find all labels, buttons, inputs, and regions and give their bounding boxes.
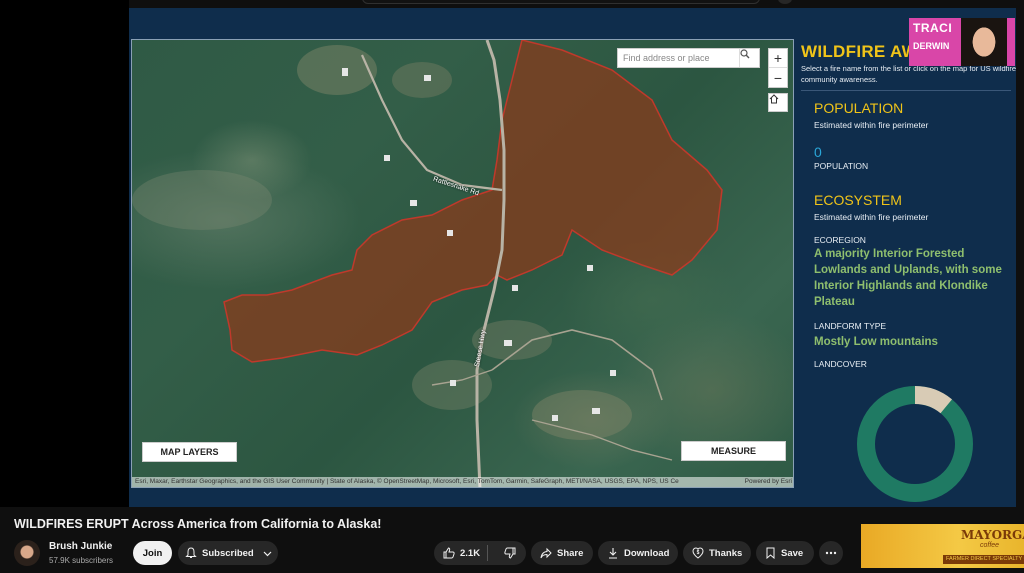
share-button[interactable]: Share bbox=[531, 541, 593, 565]
zoom-control: + − bbox=[768, 48, 788, 88]
population-label: POPULATION bbox=[814, 161, 869, 171]
map-canvas bbox=[132, 40, 723, 487]
map-layers-button[interactable]: MAP LAYERS bbox=[142, 442, 237, 462]
host-overlay: TRACI DERWIN bbox=[909, 18, 1015, 66]
like-count: 2.1K bbox=[460, 547, 481, 559]
masthead bbox=[0, 0, 1024, 8]
subscribed-label: Subscribed bbox=[202, 547, 254, 559]
share-icon bbox=[540, 547, 552, 559]
population-value: 0 bbox=[814, 144, 822, 160]
map-search-placeholder: Find address or place bbox=[623, 53, 710, 63]
save-button[interactable]: Save bbox=[756, 541, 814, 565]
voice-search-icon[interactable] bbox=[778, 0, 792, 4]
population-sub: Estimated within fire perimeter bbox=[814, 120, 929, 130]
overlay-name-2: DERWIN bbox=[913, 41, 950, 51]
join-button[interactable]: Join bbox=[133, 541, 172, 565]
landform-label: LANDFORM TYPE bbox=[814, 321, 887, 331]
svg-text:$: $ bbox=[697, 550, 700, 556]
video-title: WILDFIRES ERUPT Across America from Cali… bbox=[14, 517, 382, 531]
map-attribution: Esri, Maxar, Earthstar Geographics, and … bbox=[132, 477, 793, 487]
thumbs-down-icon bbox=[503, 547, 516, 559]
subscriber-count: 57.9K subscribers bbox=[49, 556, 114, 565]
thumbs-up-icon bbox=[443, 547, 455, 559]
search-icon[interactable] bbox=[739, 49, 759, 67]
save-label: Save bbox=[781, 547, 804, 559]
channel-name[interactable]: Brush Junkie bbox=[49, 541, 112, 552]
sponsored-ad-banner[interactable]: MAYORGA coffee FARMER DIRECT SPECIALTY G… bbox=[861, 524, 1024, 568]
donut-track bbox=[857, 386, 973, 502]
powered-by: Powered by Esri bbox=[744, 478, 792, 485]
bookmark-icon bbox=[765, 547, 776, 559]
map-search-input[interactable]: Find address or place bbox=[617, 48, 760, 68]
ecoregion-value: A majority Interior Forested Lowlands an… bbox=[814, 248, 1002, 308]
measure-button[interactable]: MEASURE bbox=[681, 441, 786, 461]
download-label: Download bbox=[624, 547, 670, 559]
wildfire-map[interactable]: Rattlesnake Rd Steese Hwy Find address o… bbox=[131, 39, 794, 488]
video-player[interactable]: Rattlesnake Rd Steese Hwy Find address o… bbox=[129, 8, 1016, 507]
player-letterbox bbox=[0, 0, 129, 507]
landcover-donut-chart bbox=[857, 386, 973, 502]
share-label: Share bbox=[557, 547, 584, 559]
panel-subtitle: Select a fire name from the list or clic… bbox=[801, 64, 1016, 84]
info-panel: WILDFIRE AWARE - ESR Select a fire name … bbox=[797, 39, 1016, 502]
ad-tagline: FARMER DIRECT SPECIALTY GRADE bbox=[943, 555, 1024, 564]
download-button[interactable]: Download bbox=[598, 541, 678, 565]
population-heading: POPULATION bbox=[814, 100, 904, 116]
subscribed-button[interactable]: Subscribed bbox=[178, 541, 278, 565]
landform-value: Mostly Low mountains bbox=[814, 336, 938, 348]
divider bbox=[801, 90, 1011, 91]
like-dislike-group: 2.1K bbox=[434, 541, 526, 565]
home-icon[interactable] bbox=[768, 93, 788, 112]
bell-icon bbox=[185, 547, 197, 559]
thanks-icon: $ bbox=[692, 547, 704, 559]
attribution-text: Esri, Maxar, Earthstar Geographics, and … bbox=[135, 478, 679, 485]
thanks-button[interactable]: $ Thanks bbox=[683, 541, 751, 565]
landcover-label: LANDCOVER bbox=[814, 359, 867, 369]
dislike-button[interactable] bbox=[493, 547, 526, 559]
ad-sub: coffee bbox=[980, 542, 1000, 549]
ecoregion-label: ECOREGION bbox=[814, 235, 866, 245]
host-photo bbox=[961, 18, 1007, 66]
like-button[interactable]: 2.1K bbox=[434, 545, 489, 561]
ecosystem-sub: Estimated within fire perimeter bbox=[814, 212, 929, 222]
more-horizontal-icon bbox=[825, 551, 837, 555]
channel-avatar[interactable] bbox=[14, 540, 40, 566]
ad-brand: MAYORGA bbox=[961, 528, 1024, 542]
search-box[interactable] bbox=[362, 0, 760, 4]
ecosystem-heading: ECOSYSTEM bbox=[814, 192, 902, 208]
fire-perimeter[interactable] bbox=[223, 40, 723, 363]
overlay-name-1: TRACI bbox=[913, 21, 953, 35]
thanks-label: Thanks bbox=[709, 547, 743, 559]
zoom-out-button[interactable]: − bbox=[769, 68, 787, 87]
chevron-down-icon bbox=[263, 549, 272, 558]
download-icon bbox=[607, 547, 619, 559]
zoom-in-button[interactable]: + bbox=[769, 49, 787, 68]
more-actions-button[interactable] bbox=[819, 541, 843, 565]
